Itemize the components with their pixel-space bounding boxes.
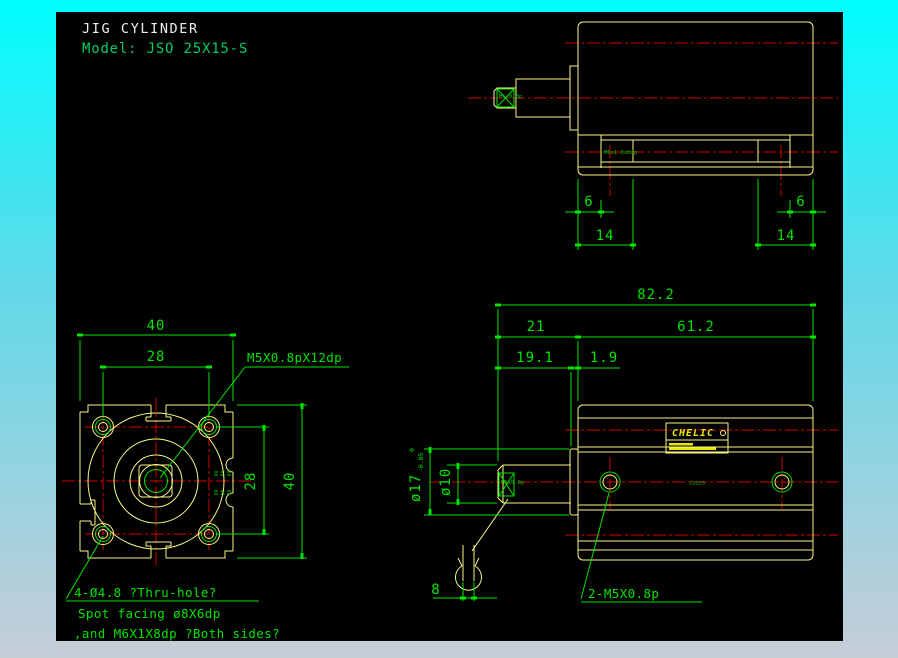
collar-tolerance-upper: 0 [408,448,416,452]
dim-bolt-spacing-h: 28 [147,349,166,365]
rod-thread-label: M5x0.8p [499,94,522,100]
drawing-title: JIG CYLINDER [82,21,199,37]
dim-bolt-spacing-v: 28 [243,472,259,491]
dim-foot-width-right: 14 [777,228,796,244]
nameplate-text-bar [669,447,716,450]
dim-rod-diameter: ø10 [438,468,454,496]
brand-name: CHELIC [672,428,714,439]
dim-body-length: 61.2 [677,319,715,335]
dim-collar-diameter: ø17 [408,474,424,502]
dim-total-length: 82.2 [637,287,675,303]
dim-foot-width-left: 14 [596,228,615,244]
mount-thread-label: M6x1.0x8dp [604,150,637,156]
spot-facing-note: Spot facing ø8X6dp [78,606,221,621]
drawing-model: Model: JSO 25X15-S [82,41,248,57]
dim-outer-height: 40 [282,472,298,491]
dim-foot-offset-right: 6 [796,194,805,210]
nameplate-text-bar [669,443,693,446]
dim-rod-flat: 19.1 [516,350,554,366]
body-marking: JSO25 [689,481,706,487]
collar-tolerance-lower: -0.05 [417,452,425,472]
both-sides-note: ,and M6X1X8dp ?Both sides? [74,626,280,641]
rod-thread-label: M5x0.8p [501,480,524,486]
dim-collar-width: 1.9 [590,350,618,366]
ports-label: 2-M5X0.8p [588,586,659,601]
cad-drawing: JIG CYLINDER Model: JSO 25X15-S M5x0.8p … [0,0,898,658]
dim-wrench-flats: 8 [431,582,440,598]
dim-rod-side: 21 [527,319,546,335]
thru-hole-label: 4-Ø4.8 ?Thru-hole? [74,585,217,600]
dim-outer-width: 40 [147,318,166,334]
center-thread-label: M5X0.8pX12dp [247,350,342,365]
dim-foot-offset-left: 6 [584,194,593,210]
